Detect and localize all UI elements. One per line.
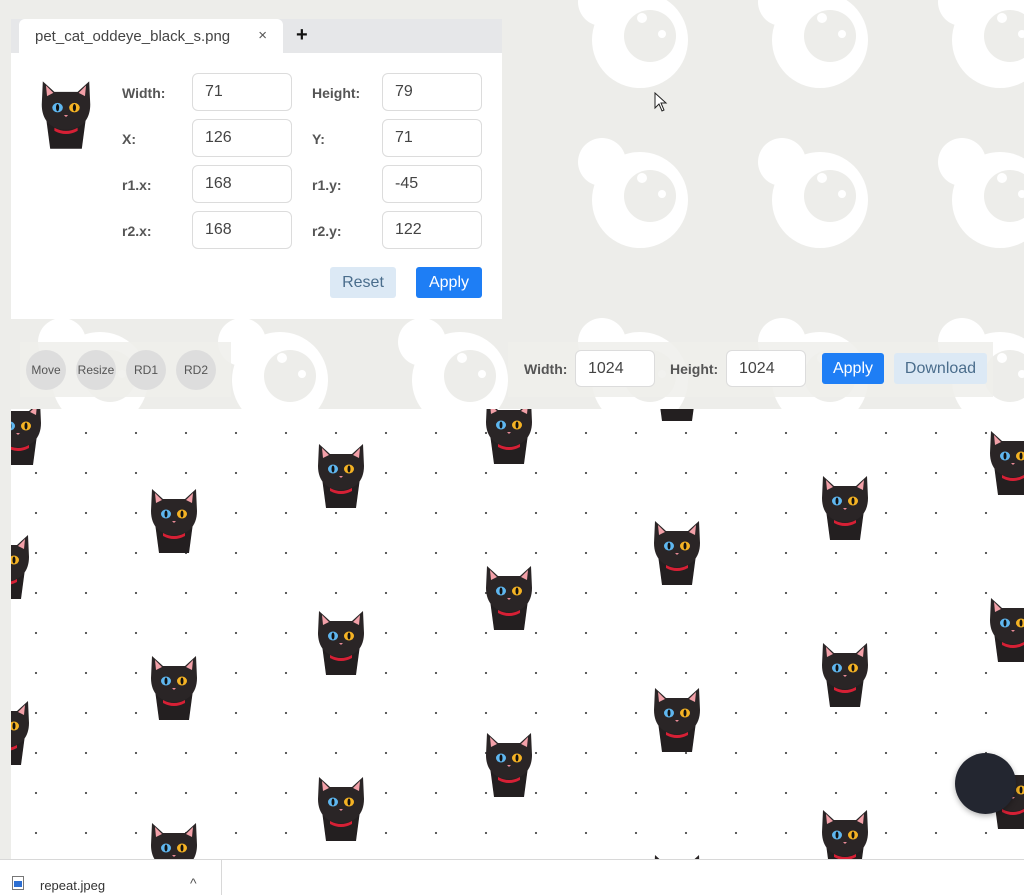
image-file-icon <box>12 876 24 890</box>
move-tool-button[interactable]: Move <box>26 350 66 390</box>
r2y-label: r2.y: <box>312 223 342 239</box>
floating-action-button[interactable] <box>955 753 1016 814</box>
add-tab-icon[interactable]: + <box>296 24 308 47</box>
rd2-tool-button[interactable]: RD2 <box>176 350 216 390</box>
tiled-cat-sprite <box>314 438 368 512</box>
tiled-cat-sprite <box>650 849 704 859</box>
sprite-thumbnail <box>41 81 91 149</box>
canvas-width-input[interactable] <box>575 350 655 387</box>
download-bar: repeat.jpeg ^ <box>0 859 1024 895</box>
tab-filename: pet_cat_oddeye_black_s.png <box>35 27 231 45</box>
mouse-cursor-icon <box>654 92 668 112</box>
sprite-apply-button[interactable]: Apply <box>416 267 482 298</box>
tiled-cat-sprite <box>818 470 872 544</box>
sprite-width-input[interactable] <box>192 73 292 111</box>
tiled-cat-sprite <box>818 637 872 711</box>
tiled-cat-sprite <box>650 409 704 425</box>
r1y-label: r1.y: <box>312 177 342 193</box>
pattern-canvas[interactable] <box>11 409 1024 859</box>
sprite-editor-panel: pet_cat_oddeye_black_s.png × + Width: He… <box>11 19 502 319</box>
tiled-cat-sprite <box>650 515 704 589</box>
tiled-cat-sprite <box>314 771 368 845</box>
height-label: Height: <box>312 85 361 101</box>
width-label: Width: <box>122 85 166 101</box>
tab-close-icon[interactable]: × <box>258 27 267 44</box>
canvas-height-label: Height: <box>670 361 719 377</box>
tiled-cat-sprite <box>11 409 45 469</box>
tiled-cat-sprite <box>482 560 536 634</box>
rd1-tool-button[interactable]: RD1 <box>126 350 166 390</box>
reset-button[interactable]: Reset <box>330 267 396 298</box>
r2y-input[interactable] <box>382 211 482 249</box>
canvas-width-label: Width: <box>524 361 568 377</box>
canvas-apply-button[interactable]: Apply <box>822 353 884 384</box>
r2x-label: r2.x: <box>122 223 152 239</box>
tiled-cat-sprite <box>986 425 1024 499</box>
tiled-cat-sprite <box>11 695 33 769</box>
tab-sprite-file[interactable]: pet_cat_oddeye_black_s.png × <box>19 19 283 53</box>
resize-tool-button[interactable]: Resize <box>76 350 116 390</box>
tiled-cat-sprite <box>482 727 536 801</box>
tiled-cat-sprite <box>147 650 201 724</box>
sprite-y-input[interactable] <box>382 119 482 157</box>
x-label: X: <box>122 131 136 147</box>
tiled-cat-sprite <box>650 682 704 756</box>
sprite-x-input[interactable] <box>192 119 292 157</box>
sprite-height-input[interactable] <box>382 73 482 111</box>
tiled-cat-sprite <box>147 483 201 557</box>
download-item[interactable]: repeat.jpeg ^ <box>0 860 222 895</box>
tiled-cat-sprite <box>11 529 33 603</box>
y-label: Y: <box>312 131 325 147</box>
tiled-cat-sprite <box>818 804 872 859</box>
download-button[interactable]: Download <box>894 353 987 384</box>
r1x-label: r1.x: <box>122 177 152 193</box>
r1x-input[interactable] <box>192 165 292 203</box>
r2x-input[interactable] <box>192 211 292 249</box>
chevron-up-icon[interactable]: ^ <box>190 875 197 891</box>
tiled-cat-sprite <box>986 592 1024 666</box>
download-filename: repeat.jpeg <box>40 878 106 893</box>
canvas-height-input[interactable] <box>726 350 806 387</box>
tab-bar: pet_cat_oddeye_black_s.png × + <box>11 19 502 53</box>
r1y-input[interactable] <box>382 165 482 203</box>
tiled-cat-sprite <box>314 605 368 679</box>
tiled-cat-sprite <box>147 817 201 859</box>
tiled-cat-sprite <box>482 409 536 468</box>
